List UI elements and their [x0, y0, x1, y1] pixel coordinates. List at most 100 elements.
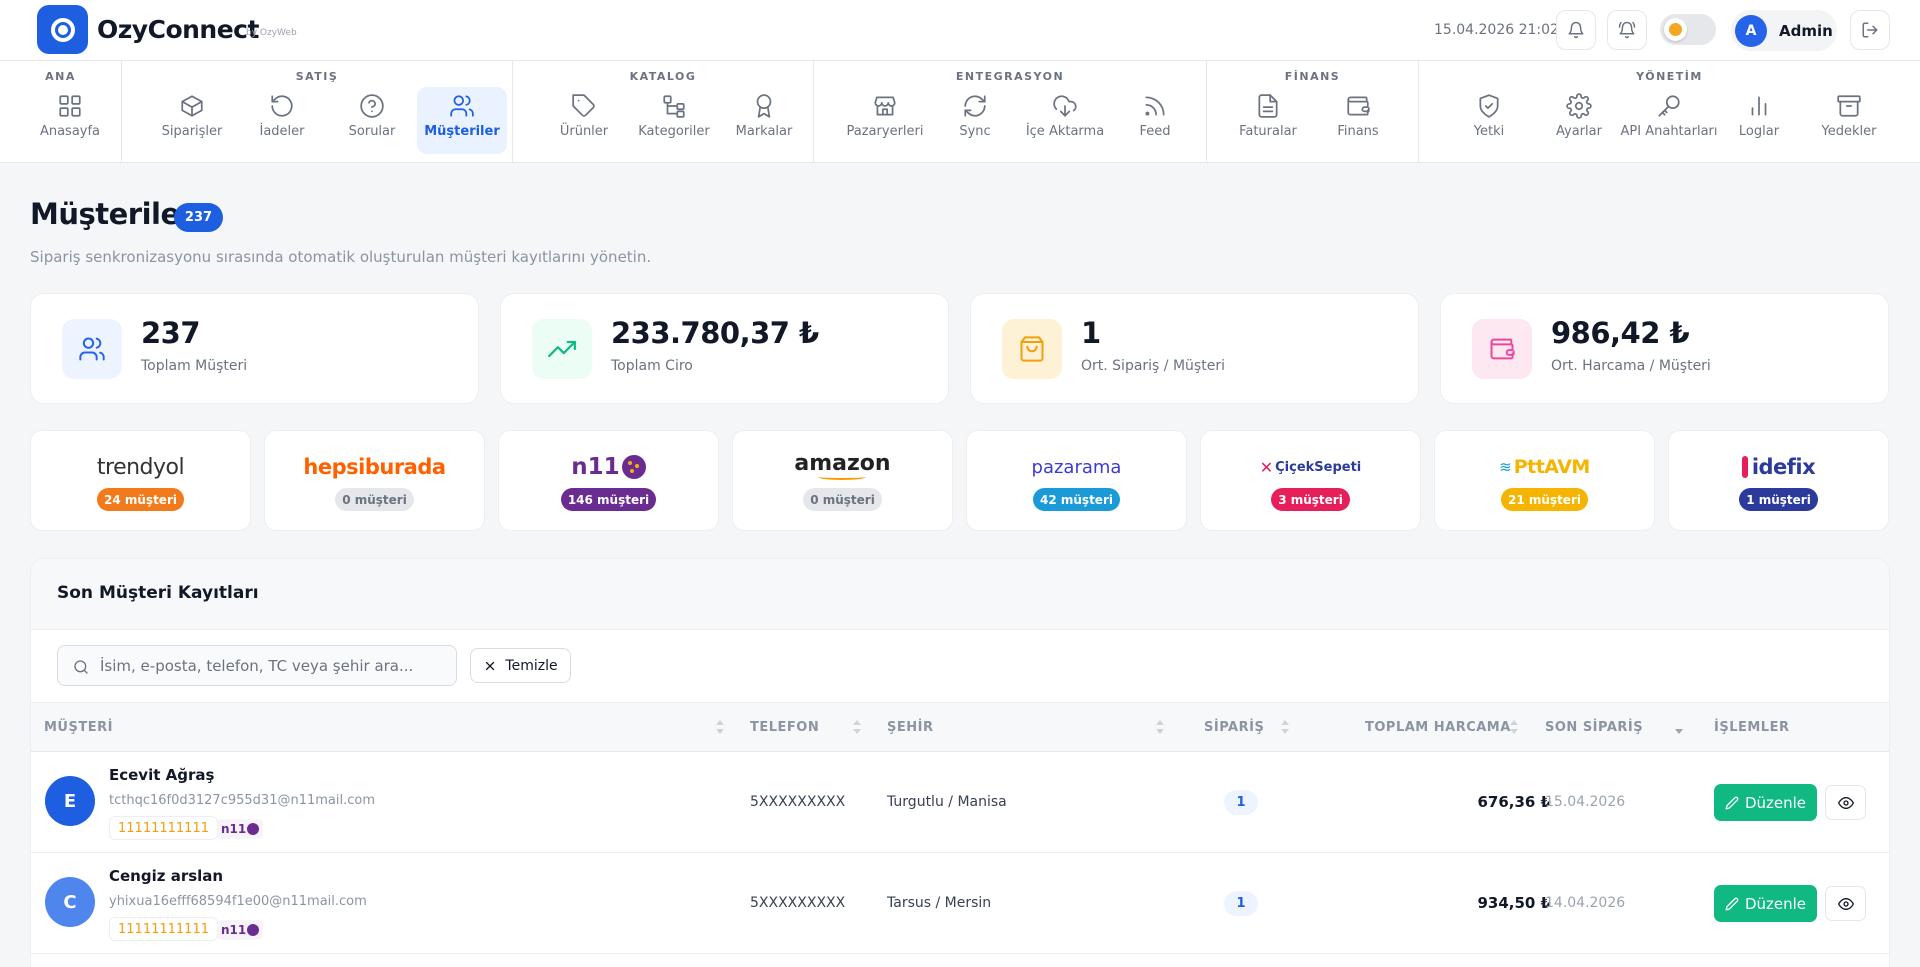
refresh-icon [964, 95, 986, 117]
customer-name: Ecevit Ağraş [109, 766, 215, 784]
nav-item-label: Feed [1139, 124, 1171, 139]
stat-icon-wrap [1002, 319, 1062, 379]
trending-up-icon [548, 340, 576, 358]
nav-item-siparisler[interactable]: Siparişler [147, 87, 237, 154]
users-icon [450, 95, 474, 117]
sort-icon[interactable] [852, 718, 862, 738]
marketplace-card-pttavm[interactable]: ≋ PttAVM 21 müşteri [1434, 430, 1655, 531]
search-input[interactable] [100, 646, 440, 685]
ladybug-icon [247, 924, 260, 936]
column-header-city[interactable]: ŞEHİR [887, 720, 933, 735]
nav-item-label: Yetki [1473, 124, 1505, 139]
nav-group-yonetim: YÖNETİM Yetki Ayarlar API Anahtarları Lo… [1419, 61, 1920, 163]
stat-value: 237 [141, 316, 201, 350]
nav-item-label: Ayarlar [1556, 124, 1602, 139]
nav-item-sync[interactable]: Sync [930, 87, 1020, 154]
column-header-total[interactable]: TOPLAM HARCAMA [1365, 720, 1511, 735]
current-datetime: 15.04.2026 21:02 [1434, 22, 1559, 38]
nav-item-label: Sync [959, 124, 991, 139]
clear-button[interactable]: Temizle [470, 648, 571, 683]
card-header: Son Müşteri Kayıtları [31, 559, 1889, 630]
nav-item-faturalar[interactable]: Faturalar [1223, 87, 1313, 154]
logout-button[interactable] [1850, 10, 1890, 50]
edit-button[interactable]: Düzenle [1714, 784, 1817, 821]
nav-group-satis: SATIŞ Siparişler İadeler Sorular Müşteri… [122, 61, 513, 163]
nav-item-loglar[interactable]: Loglar [1714, 87, 1804, 154]
notifications-button[interactable] [1556, 10, 1596, 50]
page-title: Müşteriler [30, 197, 194, 231]
card-title: Son Müşteri Kayıtları [57, 583, 259, 603]
hepsiburada-logo: hepsiburada [303, 455, 446, 479]
flower-icon: ✕ [1259, 457, 1274, 477]
marketplace-card-ciceksepeti[interactable]: ✕ ÇiçekSepeti 3 müşteri [1200, 430, 1421, 531]
nav-item-urunler[interactable]: Ürünler [539, 87, 629, 154]
nav-item-api-anahtarlari[interactable]: API Anahtarları [1621, 87, 1718, 154]
nav-group-title: SATIŞ [295, 70, 339, 83]
logo-ring-icon [50, 17, 75, 42]
customer-avatar: E [45, 776, 95, 826]
file-icon [1258, 94, 1278, 118]
nav-item-finans[interactable]: Finans [1313, 87, 1403, 154]
total-spend: 676,36 ₺ [1477, 793, 1551, 811]
sort-icon[interactable] [715, 718, 725, 738]
nav-group-katalog: KATALOG Ürünler Kategoriler Markalar [513, 61, 814, 163]
stat-value: 1 [1081, 316, 1101, 350]
nav-item-yedekler[interactable]: Yedekler [1804, 87, 1894, 154]
n11-logo: n11 [571, 453, 646, 481]
nav-item-iadeler[interactable]: İadeler [237, 87, 327, 154]
archive-icon [1837, 95, 1861, 117]
column-header-last-order[interactable]: SON SİPARİŞ [1545, 720, 1643, 735]
nav-item-kategoriler[interactable]: Kategoriler [629, 87, 719, 154]
nav-item-sorular[interactable]: Sorular [327, 87, 417, 154]
marketplace-count-badge: 24 müşteri [97, 488, 184, 511]
nav-item-pazaryerleri[interactable]: Pazaryerleri [840, 87, 930, 154]
sort-icon[interactable] [1509, 718, 1519, 738]
marketplace-card-pazarama[interactable]: pazarama 42 müşteri [966, 430, 1187, 531]
view-button[interactable] [1825, 785, 1866, 820]
tree-icon [663, 95, 685, 118]
nav-item-label: Anasayfa [39, 124, 101, 139]
customer-email: yhixua16efff68594f1e00@n11mail.com [109, 894, 367, 909]
nav-item-markalar[interactable]: Markalar [719, 87, 809, 154]
stat-label: Ort. Sipariş / Müşteri [1081, 358, 1225, 374]
sort-icon[interactable] [1280, 718, 1290, 738]
column-header-orders[interactable]: SİPARİŞ [1204, 720, 1264, 735]
view-button[interactable] [1825, 886, 1866, 921]
avatar: A [1735, 15, 1767, 47]
marketplace-card-idefix[interactable]: idefix 1 müşteri [1668, 430, 1889, 531]
theme-toggle[interactable] [1660, 14, 1716, 45]
user-menu[interactable]: A Admin [1731, 10, 1837, 51]
nav-item-ice-aktarma[interactable]: İçe Aktarma [1020, 87, 1110, 154]
edit-button-label: Düzenle [1744, 793, 1807, 812]
app-logo[interactable] [37, 5, 88, 54]
customer-phone: 5XXXXXXXXX [750, 895, 846, 911]
customer-count-badge: 237 [174, 203, 223, 232]
marketplace-card-n11[interactable]: n11 146 müşteri [498, 430, 719, 531]
nav-item-feed[interactable]: Feed [1110, 87, 1200, 154]
clear-button-label: Temizle [505, 657, 558, 674]
nav-item-label: Siparişler [161, 124, 223, 139]
recent-customers-card: Son Müşteri Kayıtları Temizle MÜŞTERİ TE… [30, 558, 1890, 967]
column-header-phone[interactable]: TELEFON [750, 720, 819, 735]
marketplace-card-hepsiburada[interactable]: hepsiburada 0 müşteri [264, 430, 485, 531]
bell-icon [1568, 21, 1584, 39]
stat-card-avg-spend: 986,42 ₺ Ort. Harcama / Müşteri [1440, 293, 1889, 404]
undo-icon [271, 95, 293, 117]
nav-item-yetki[interactable]: Yetki [1444, 87, 1534, 154]
marketplace-card-trendyol[interactable]: trendyol 24 müşteri [30, 430, 251, 531]
nav-group-finans: FİNANS Faturalar Finans [1207, 61, 1419, 163]
search-box [57, 645, 457, 686]
marketplace-count-badge: 0 müşteri [803, 488, 882, 511]
column-header-customer[interactable]: MÜŞTERİ [44, 720, 113, 735]
alerts-button[interactable] [1607, 10, 1647, 50]
edit-button[interactable]: Düzenle [1714, 885, 1817, 922]
store-icon [874, 96, 896, 116]
marketplace-card-amazon[interactable]: amazon 0 müşteri [732, 430, 953, 531]
sort-desc-icon[interactable] [1674, 718, 1684, 738]
nav-item-ayarlar[interactable]: Ayarlar [1534, 87, 1624, 154]
nav-item-musteriler[interactable]: Müşteriler [417, 87, 507, 154]
close-icon [486, 661, 495, 670]
nav-item-anasayfa[interactable]: Anasayfa [25, 87, 115, 154]
ciceksepeti-logo: ✕ ÇiçekSepeti [1259, 457, 1362, 477]
sort-icon[interactable] [1155, 718, 1165, 738]
